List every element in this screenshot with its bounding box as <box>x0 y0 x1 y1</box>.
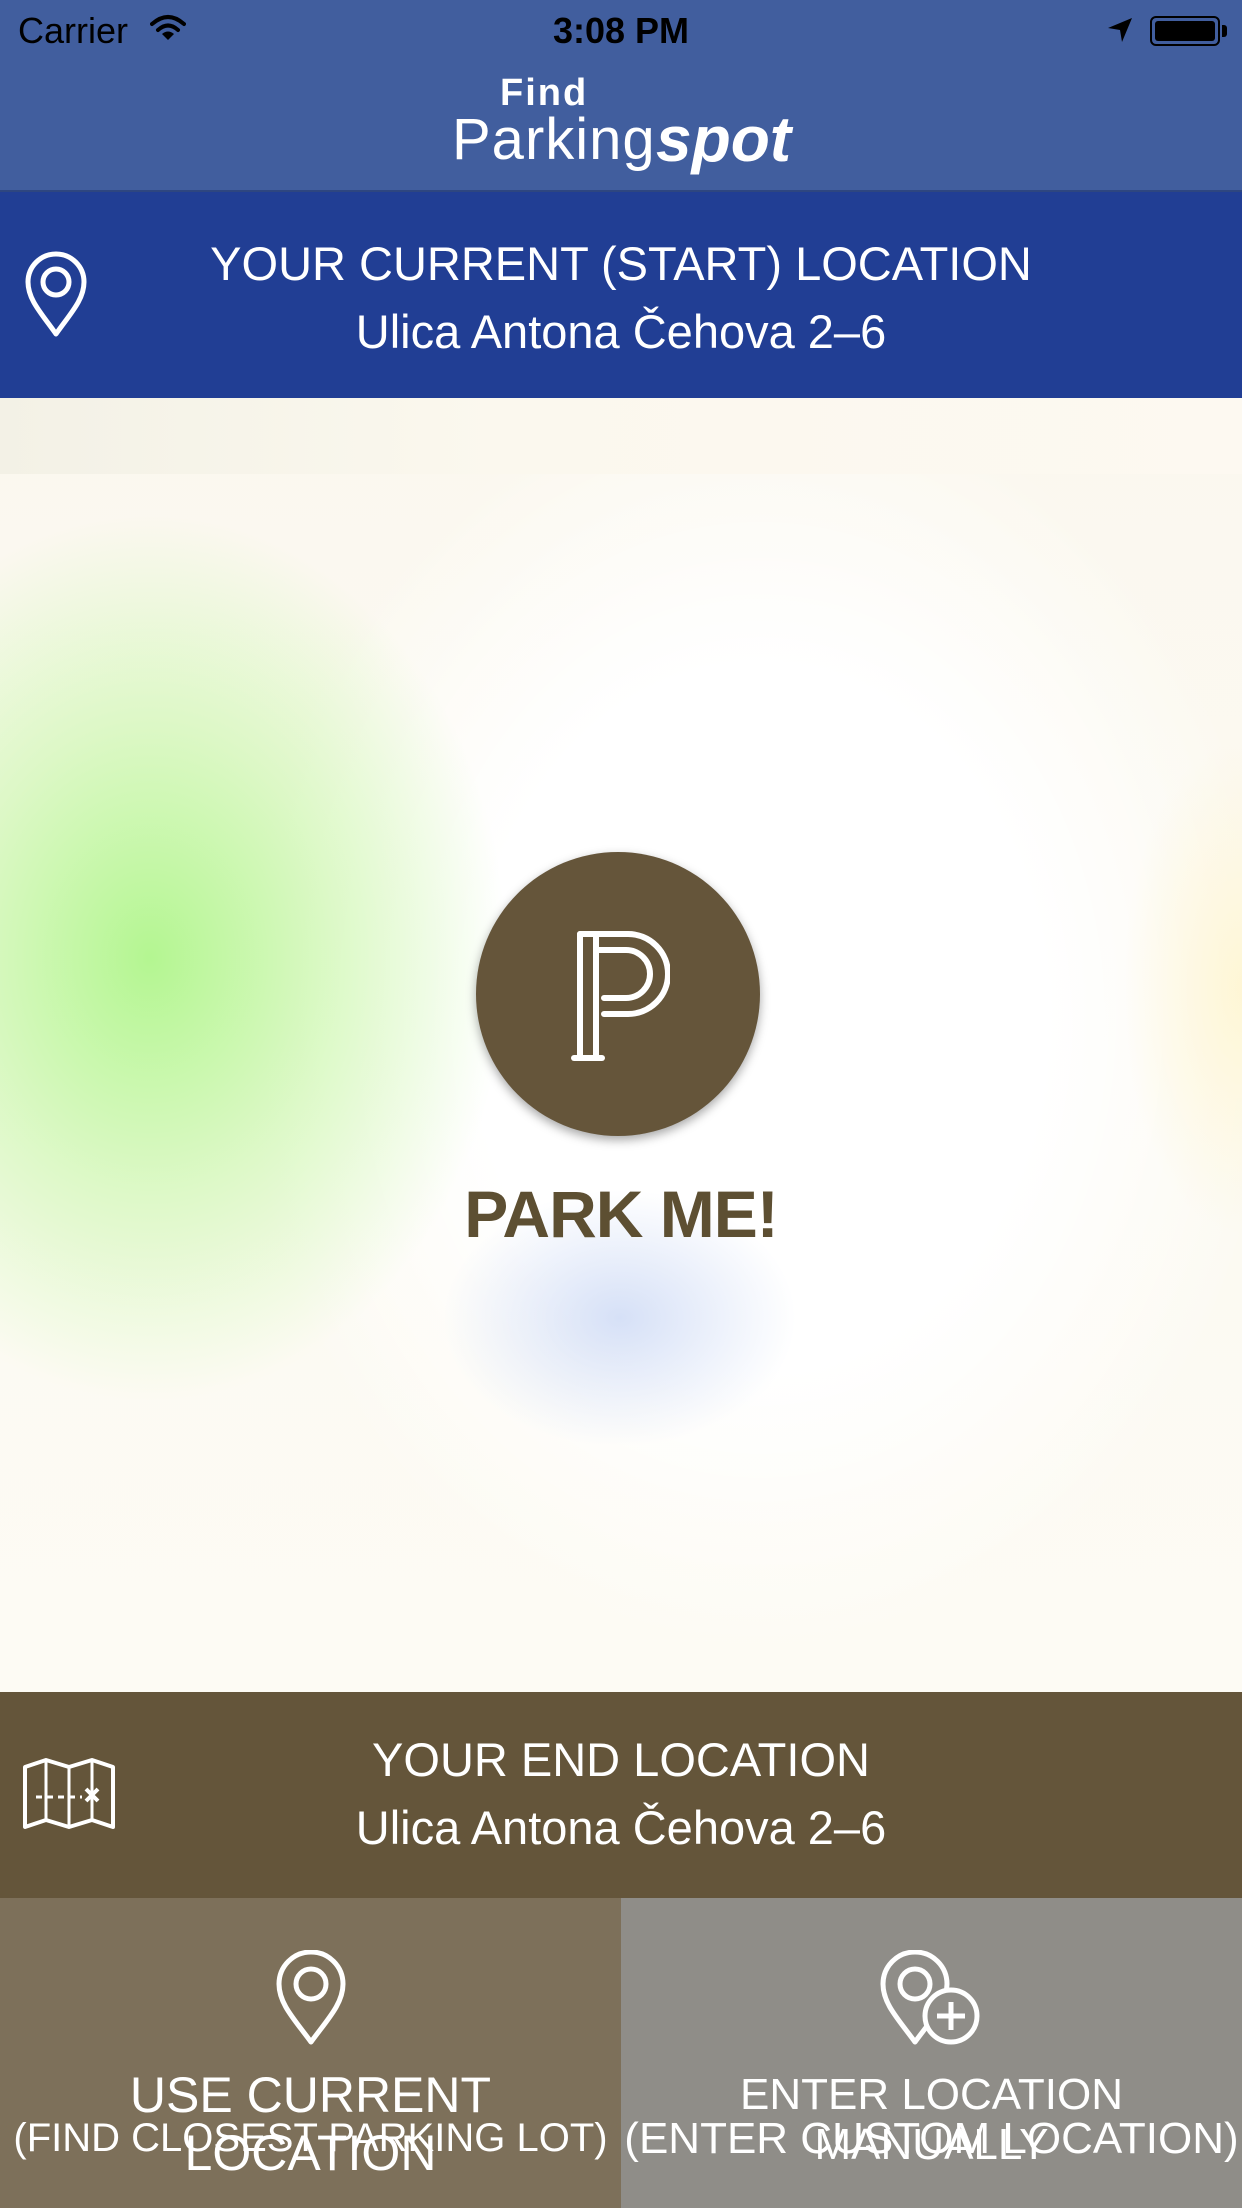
park-me-button[interactable] <box>476 852 760 1136</box>
battery-icon <box>1150 16 1220 46</box>
start-location-address: Ulica Antona Čehova 2–6 <box>355 305 887 358</box>
app-logo: Find Parking spot <box>0 72 1242 175</box>
add-location-icon <box>877 1949 987 2051</box>
status-time: 3:08 PM <box>552 10 690 51</box>
status-bar: Carrier 3:08 PM <box>0 0 1242 60</box>
end-location-bar[interactable]: YOUR END LOCATION Ulica Antona Čehova 2–… <box>0 1692 1242 1898</box>
logo-parking-text: Parking <box>452 107 656 172</box>
parking-p-icon <box>571 931 670 1061</box>
park-me-label[interactable]: PARK ME! <box>0 1176 1242 1252</box>
enter-location-manually-button[interactable]: ENTER LOCATION MANUALLY (ENTER CUSTOM LO… <box>621 1898 1242 2208</box>
map-view[interactable]: PARK ME! <box>0 398 1242 1692</box>
start-location-title: YOUR CURRENT (START) LOCATION <box>210 237 1032 290</box>
use-current-location-button[interactable]: USE CURRENT LOCATION (FIND CLOSEST PARKI… <box>0 1898 621 2208</box>
start-location-bar[interactable]: YOUR CURRENT (START) LOCATION Ulica Anto… <box>0 192 1242 398</box>
end-location-address: Ulica Antona Čehova 2–6 <box>355 1801 887 1854</box>
location-pin-icon <box>273 1949 349 2051</box>
end-location-title: YOUR END LOCATION <box>372 1733 870 1786</box>
location-arrow-icon <box>1106 16 1134 49</box>
battery-tip <box>1222 25 1227 37</box>
logo-spot-text: spot <box>656 103 792 175</box>
enter-location-manually-sublabel: (ENTER CUSTOM LOCATION) <box>624 2114 1239 2163</box>
use-current-location-sublabel: (FIND CLOSEST PARKING LOT) <box>13 2116 608 2160</box>
top-bar: Carrier 3:08 PM Find Parking spot <box>0 0 1242 192</box>
